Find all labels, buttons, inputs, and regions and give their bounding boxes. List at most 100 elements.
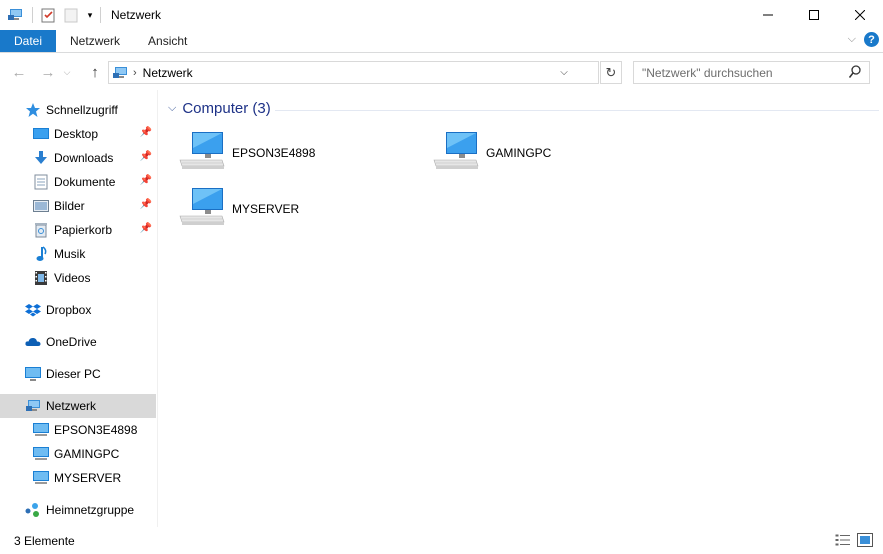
- view-switcher: [835, 533, 873, 550]
- sidebar-item-myserver[interactable]: MYSERVER: [0, 466, 156, 490]
- sidebar-item-network[interactable]: Netzwerk: [0, 394, 156, 418]
- sidebar-item-pictures[interactable]: Bilder 📌: [0, 194, 156, 218]
- desktop-icon: [32, 125, 50, 143]
- computer-icon: [432, 130, 480, 175]
- sidebar-item-videos[interactable]: Videos: [0, 266, 156, 290]
- music-icon: [32, 245, 50, 263]
- picture-icon: [32, 197, 50, 215]
- properties-icon[interactable]: [39, 6, 57, 24]
- new-folder-icon[interactable]: [62, 6, 80, 24]
- toolbar-divider: [32, 7, 33, 23]
- sidebar-item-documents[interactable]: Dokumente 📌: [0, 170, 156, 194]
- navigation-pane: Schnellzugriff Desktop 📌 Downloads 📌 Dok…: [0, 90, 158, 527]
- up-button[interactable]: ↑: [84, 61, 106, 83]
- tab-network[interactable]: Netzwerk: [56, 30, 134, 52]
- toolbar-divider: [100, 7, 101, 23]
- sidebar-item-label: Papierkorb: [54, 223, 113, 237]
- address-bar[interactable]: › Netzwerk ⌵: [108, 61, 599, 84]
- title-bar: ▾ Netzwerk: [0, 0, 883, 30]
- download-icon: [32, 149, 50, 167]
- recycle-bin-icon: [32, 221, 50, 239]
- sidebar-item-dropbox[interactable]: Dropbox: [0, 298, 156, 322]
- sidebar-item-this-pc[interactable]: Dieser PC: [0, 362, 156, 386]
- pin-icon[interactable]: 📌: [140, 223, 152, 234]
- sidebar-item-label: OneDrive: [46, 335, 97, 349]
- large-icons-view-icon[interactable]: [857, 533, 873, 550]
- collapse-chevron-icon[interactable]: ⌵: [168, 102, 176, 115]
- minimize-button[interactable]: [745, 0, 791, 30]
- sidebar-item-label: Heimnetzgruppe: [46, 503, 135, 517]
- computer-name: GAMINGPC: [486, 145, 552, 160]
- computer-icon: [178, 186, 226, 231]
- sidebar-item-label: Netzwerk: [46, 399, 97, 413]
- star-icon: [24, 101, 42, 119]
- recent-locations-chevron-icon[interactable]: ⌵: [60, 61, 74, 83]
- pin-icon[interactable]: 📌: [140, 151, 152, 162]
- pin-icon[interactable]: 📌: [140, 199, 152, 210]
- sidebar-item-quick-access[interactable]: Schnellzugriff: [0, 98, 156, 122]
- dropbox-icon: [24, 301, 42, 319]
- sidebar-item-homegroup[interactable]: Heimnetzgruppe: [0, 498, 156, 522]
- search-icon: [848, 65, 861, 82]
- breadcrumb[interactable]: Netzwerk: [143, 66, 193, 80]
- computer-name: EPSON3E4898: [232, 145, 316, 160]
- network-icon: [109, 66, 131, 80]
- back-button[interactable]: ←: [8, 61, 30, 83]
- computer-icon: [32, 469, 50, 487]
- content-pane: ⌵ Computer (3) EPSON3E4898 GAMINGPC MYSE…: [160, 90, 883, 527]
- sidebar-item-desktop[interactable]: Desktop 📌: [0, 122, 156, 146]
- sidebar-item-label: Dieser PC: [46, 367, 101, 381]
- address-dropdown-icon[interactable]: ⌵: [556, 62, 572, 83]
- ribbon-tabs: Datei Netzwerk Ansicht ⌵ ?: [0, 30, 883, 53]
- sidebar-item-onedrive[interactable]: OneDrive: [0, 330, 156, 354]
- maximize-button[interactable]: [791, 0, 837, 30]
- pin-icon[interactable]: 📌: [140, 127, 152, 138]
- refresh-button[interactable]: ↻: [600, 61, 622, 84]
- window-controls: [745, 0, 883, 30]
- sidebar-item-label: EPSON3E4898: [54, 423, 138, 437]
- expand-ribbon-chevron-icon[interactable]: ⌵: [848, 33, 856, 46]
- details-view-icon[interactable]: [835, 533, 851, 550]
- network-icon[interactable]: [6, 6, 24, 24]
- ribbon-right-controls: ⌵ ?: [848, 32, 879, 47]
- close-button[interactable]: [837, 0, 883, 30]
- computer-item-epson3e4898[interactable]: EPSON3E4898: [178, 130, 315, 175]
- computer-item-myserver[interactable]: MYSERVER: [178, 186, 299, 231]
- pin-icon[interactable]: 📌: [140, 175, 152, 186]
- sidebar-item-label: Schnellzugriff: [46, 103, 118, 117]
- search-placeholder: "Netzwerk" durchsuchen: [642, 65, 773, 80]
- help-icon[interactable]: ?: [864, 32, 879, 47]
- sidebar-item-label: Desktop: [54, 127, 99, 141]
- sidebar-item-music[interactable]: Musik: [0, 242, 156, 266]
- search-input[interactable]: "Netzwerk" durchsuchen: [633, 61, 870, 84]
- group-header[interactable]: ⌵ Computer (3): [168, 100, 271, 117]
- tab-file[interactable]: Datei: [0, 30, 57, 52]
- pane-divider[interactable]: [157, 90, 158, 527]
- sidebar-item-label: Downloads: [54, 151, 114, 165]
- forward-button[interactable]: →: [37, 61, 59, 83]
- sidebar-item-label: Dokumente: [54, 175, 116, 189]
- sidebar-item-downloads[interactable]: Downloads 📌: [0, 146, 156, 170]
- sidebar-item-label: Musik: [54, 247, 86, 261]
- item-count: 3 Elemente: [14, 533, 75, 548]
- sidebar-item-label: GAMINGPC: [54, 447, 120, 461]
- sidebar-item-recycle-bin[interactable]: Papierkorb 📌: [0, 218, 156, 242]
- sidebar-item-label: Dropbox: [46, 303, 92, 317]
- document-icon: [32, 173, 50, 191]
- quick-access-toolbar: ▾ Netzwerk: [0, 0, 161, 30]
- customize-toolbar-icon[interactable]: ▾: [85, 6, 95, 24]
- breadcrumb-separator-icon[interactable]: ›: [133, 67, 137, 79]
- computer-icon: [32, 445, 50, 463]
- sidebar-item-epson3e4898[interactable]: EPSON3E4898: [0, 418, 156, 442]
- group-title: Computer (3): [182, 100, 271, 117]
- network-icon: [24, 397, 42, 415]
- tab-view[interactable]: Ansicht: [134, 30, 201, 52]
- group-divider: [275, 110, 879, 111]
- homegroup-icon: [24, 501, 42, 519]
- sidebar-item-gamingpc[interactable]: GAMINGPC: [0, 442, 156, 466]
- computer-icon: [32, 421, 50, 439]
- status-bar: 3 Elemente: [0, 527, 883, 554]
- video-icon: [32, 269, 50, 287]
- navigation-bar: ← → ⌵ ↑ › Netzwerk ⌵ ↻ "Netzwerk" durchs…: [0, 54, 883, 90]
- computer-item-gamingpc[interactable]: GAMINGPC: [432, 130, 551, 175]
